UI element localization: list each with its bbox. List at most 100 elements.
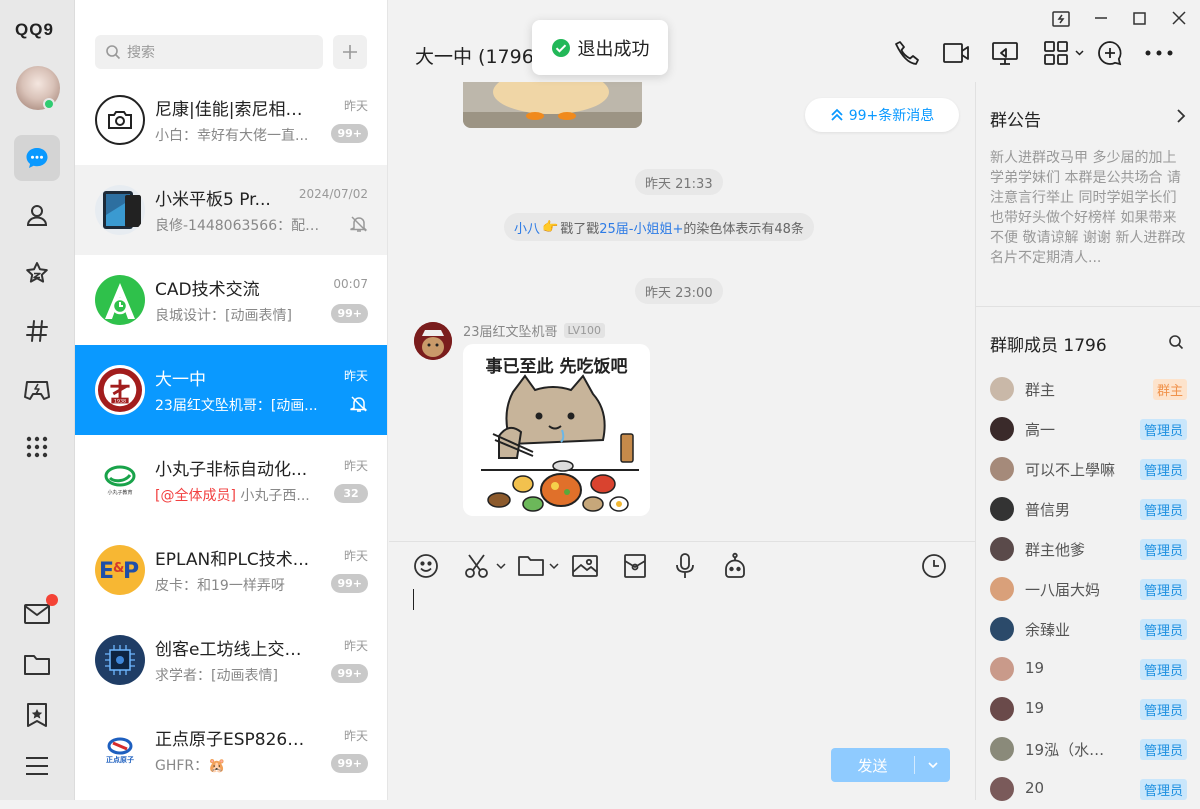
nav-contacts[interactable] — [14, 192, 60, 238]
nav-apps[interactable] — [14, 424, 60, 470]
nav-files[interactable] — [14, 642, 60, 688]
conversation-item[interactable]: 小米平板5 Pr... 2024/07/02 良修-1448063566：配置.… — [75, 165, 387, 255]
member-row[interactable]: 20 管理员 — [976, 769, 1200, 809]
member-row[interactable]: 高一 管理员 — [976, 409, 1200, 449]
svg-text:E: E — [99, 559, 114, 584]
member-name: 高一 — [1025, 421, 1056, 439]
sender-avatar[interactable] — [414, 322, 452, 360]
screenshot-button[interactable] — [463, 550, 507, 582]
pin-window-button[interactable] — [1051, 10, 1071, 28]
conversation-item[interactable]: CAD技术交流 00:07 良城设计：[动画表情] 99+ — [75, 255, 387, 345]
member-avatar[interactable] — [990, 457, 1014, 481]
member-avatar[interactable] — [990, 657, 1014, 681]
conversation-preview: 小白：幸好有大佬一直... — [155, 128, 309, 144]
add-member-button[interactable] — [1097, 40, 1123, 66]
conversation-item[interactable]: 尼康|佳能|索尼相机... 昨天 小白：幸好有大佬一直... 99+ — [75, 75, 387, 165]
maximize-icon — [1133, 12, 1146, 25]
member-avatar[interactable] — [990, 777, 1014, 801]
file-button[interactable] — [517, 550, 560, 582]
nav-favorites[interactable] — [14, 692, 60, 738]
member-avatar[interactable] — [990, 617, 1014, 641]
member-search-button[interactable] — [1168, 334, 1184, 350]
member-avatar[interactable] — [990, 417, 1014, 441]
poke-actor[interactable]: 小八 — [514, 218, 540, 237]
send-button[interactable]: 发送 — [831, 748, 950, 782]
member-row[interactable]: 余臻业 管理员 — [976, 609, 1200, 649]
member-role-tag: 管理员 — [1139, 699, 1187, 720]
announcement-text[interactable]: 新人进群改马甲 多少届的加上 学弟学妹们 本群是公共场合 请注意言行举止 同时学… — [990, 148, 1190, 268]
member-row[interactable]: 群主他爹 管理员 — [976, 529, 1200, 569]
member-avatar[interactable] — [990, 377, 1014, 401]
svg-text:P: P — [123, 559, 139, 584]
member-row[interactable]: 19泓（水泥... 管理员 — [976, 729, 1200, 769]
conversation-item[interactable]: 创客e工坊线上交流... 昨天 求学者：[动画表情] 99+ — [75, 615, 387, 705]
image-button[interactable] — [571, 550, 599, 582]
member-avatar[interactable] — [990, 697, 1014, 721]
nav-channels[interactable] — [14, 308, 60, 354]
member-row[interactable]: 可以不上學嘛 管理员 — [976, 449, 1200, 489]
member-row[interactable]: 19 管理员 — [976, 689, 1200, 729]
conversation-item[interactable]: E & P EPLAN和PLC技术... 昨天 皮卡：和19一样弄呀 99+ — [75, 525, 387, 615]
announcement-expand[interactable] — [1176, 108, 1186, 124]
nav-games[interactable] — [14, 366, 60, 412]
history-button[interactable] — [921, 550, 947, 582]
new-messages-button[interactable]: 99+条新消息 — [805, 98, 959, 132]
ai-assistant-button[interactable] — [721, 550, 749, 582]
more-options-button[interactable] — [1145, 50, 1173, 56]
conversation-name: 小米平板5 Pr... — [155, 190, 271, 210]
member-avatar[interactable] — [990, 737, 1014, 761]
member-row[interactable]: 19 管理员 — [976, 649, 1200, 689]
conversation-name: 小丸子非标自动化... — [155, 460, 308, 480]
unread-badge: 99+ — [331, 574, 368, 593]
conversation-time: 昨天 — [343, 459, 368, 473]
member-avatar[interactable] — [990, 577, 1014, 601]
sender-name[interactable]: 23届红文坠机哥 — [463, 321, 558, 340]
conversation-name: 正点原子ESP8266... — [155, 730, 313, 750]
search-box[interactable]: 搜索 — [95, 35, 323, 69]
conversation-preview: 良修-1448063566：配置... — [155, 218, 323, 234]
send-options-dropdown[interactable] — [915, 759, 950, 771]
eplan-group-avatar: E & P — [95, 545, 145, 595]
nav-main-menu[interactable] — [14, 743, 60, 789]
chat-title[interactable]: 大一中 (1796 — [415, 42, 534, 69]
member-row[interactable]: 一八届大妈 管理员 — [976, 569, 1200, 609]
voice-call-button[interactable] — [894, 40, 920, 66]
tablet-group-avatar — [95, 185, 145, 235]
previous-image-message[interactable] — [463, 82, 642, 128]
nav-messages[interactable] — [14, 135, 60, 181]
screen-share-button[interactable] — [991, 40, 1019, 66]
emoji-button[interactable] — [413, 550, 439, 582]
voice-button[interactable] — [673, 550, 697, 582]
red-packet-button[interactable] — [622, 550, 648, 582]
chevron-down-icon[interactable] — [548, 560, 560, 572]
conversation-item[interactable]: 正点原子 正点原子ESP8266... 昨天 GHFR：🐹 99+ — [75, 705, 387, 795]
maximize-button[interactable] — [1133, 12, 1146, 25]
school-group-avatar: 1938 — [95, 365, 145, 415]
tablet-image — [103, 191, 141, 229]
poke-target[interactable]: 25届-小姐姐+ — [599, 218, 683, 237]
bookmark-star-icon — [27, 703, 47, 727]
text-input-caret[interactable] — [413, 589, 414, 610]
chevron-down-icon[interactable] — [495, 560, 507, 572]
video-call-button[interactable] — [942, 40, 970, 66]
member-avatar[interactable] — [990, 537, 1014, 561]
conversation-item[interactable]: 小丸子教育 小丸子非标自动化... 昨天 [@全体成员] 小丸子西... 32 — [75, 435, 387, 525]
minimize-icon — [1095, 17, 1107, 19]
sticker-message[interactable]: 事已至此 先吃饭吧 — [463, 344, 650, 516]
announcement-title[interactable]: 群公告 — [990, 106, 1041, 131]
conversation-item-selected[interactable]: 1938 大一中 昨天 23届红文坠机哥：[动画... — [75, 345, 387, 435]
create-button[interactable] — [333, 35, 367, 69]
minimize-button[interactable] — [1094, 16, 1108, 20]
close-button[interactable] — [1172, 11, 1186, 25]
nav-zone[interactable] — [14, 250, 60, 296]
conversation-preview: GHFR：🐹 — [155, 758, 226, 774]
member-row[interactable]: 普信男 管理员 — [976, 489, 1200, 529]
member-row[interactable]: 群主 群主 — [976, 369, 1200, 409]
folder-icon — [24, 655, 50, 675]
member-avatar[interactable] — [990, 497, 1014, 521]
conversation-time: 昨天 — [343, 549, 368, 563]
chevron-right-icon — [1177, 109, 1186, 123]
conversation-name: 大一中 — [155, 370, 206, 390]
apps-menu-button[interactable] — [1043, 40, 1085, 66]
member-name: 普信男 — [1025, 501, 1071, 519]
